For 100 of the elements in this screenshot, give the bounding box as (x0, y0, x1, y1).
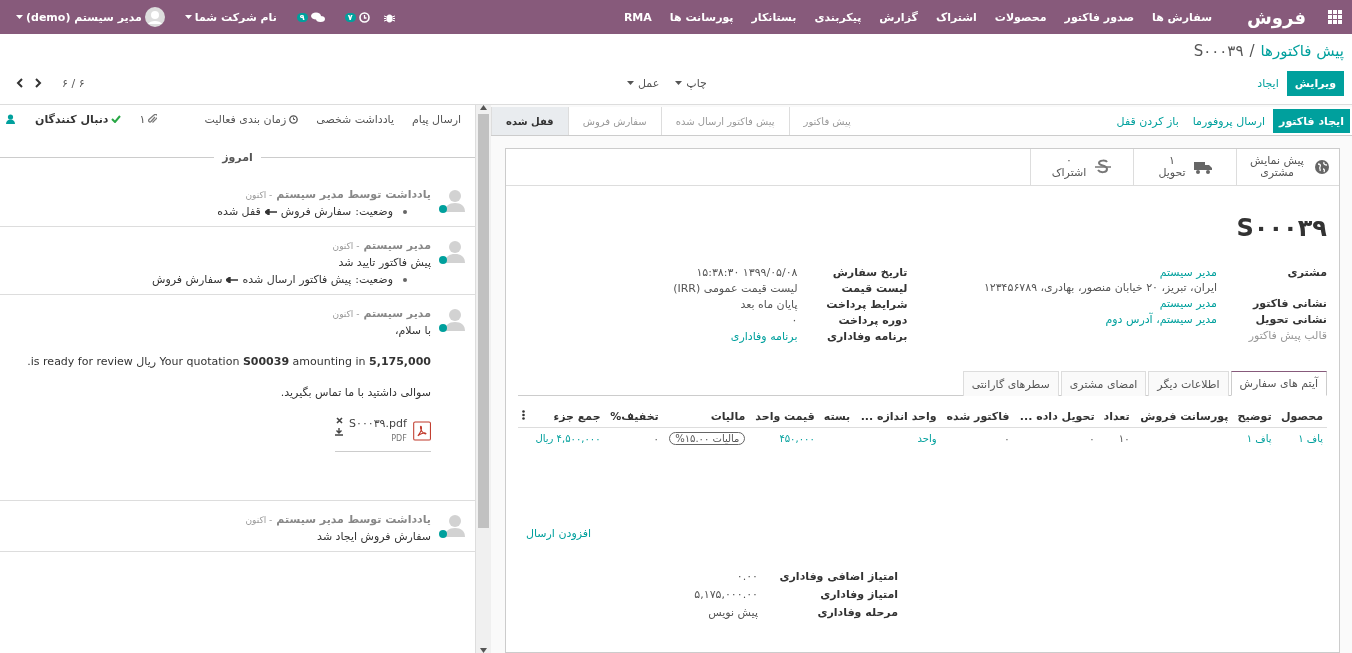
notebook-tab[interactable]: اطلاعات دیگر (1148, 371, 1229, 396)
company-switcher[interactable]: نام شرکت شما (178, 10, 283, 24)
attachment-name[interactable]: S۰۰۰۳۹.pdf (349, 417, 407, 430)
avatar-icon (437, 307, 467, 333)
field-label: لیست قیمت (840, 282, 908, 295)
menu-item[interactable]: بستانکار (746, 10, 802, 24)
follow-button[interactable]: دنبال کنندگان (31, 110, 126, 128)
column-header[interactable]: مالیات (662, 406, 750, 428)
table-cell: ۰ (1013, 427, 1099, 449)
breadcrumb-current: S۰۰۰۳۹ (1193, 42, 1244, 60)
column-header[interactable]: بسته (818, 406, 855, 428)
menu-item[interactable]: اشتراک (930, 10, 982, 24)
action-dropdown[interactable]: عمل (619, 72, 668, 94)
check-icon (111, 115, 122, 123)
caret-icon (184, 15, 192, 19)
message-date: - اکنون (332, 309, 360, 319)
caret-icon (627, 81, 634, 85)
tracking-old-value: سفارش فروش (280, 205, 352, 218)
scrollbar-thumb[interactable] (478, 114, 489, 528)
scroll-up-icon (480, 105, 487, 110)
tracking-new-value: سفارش فروش (152, 273, 223, 286)
user-menu[interactable]: مدیر سیستم (demo) (10, 7, 171, 27)
table-cell: ۴۵۰,۰۰۰ (749, 427, 819, 449)
status-stage[interactable]: قفل شده (491, 107, 568, 135)
menu-item[interactable]: پورسانت ها (664, 10, 739, 24)
globe-icon (1315, 160, 1329, 174)
column-header[interactable]: محصول (1275, 406, 1327, 428)
field-label: قالب پیش فاکتور (1247, 329, 1327, 342)
table-cell: واحد (854, 427, 941, 449)
tracking-field: وضعیت: (355, 205, 393, 218)
chat-icon (310, 11, 325, 23)
message-paragraph: با سلام، (393, 324, 431, 337)
column-header[interactable]: جمع جزء (529, 406, 605, 428)
app-title: فروش (1247, 6, 1306, 28)
bullet-icon (403, 277, 407, 282)
menu-item[interactable]: پیکربندی (809, 10, 867, 24)
clock-icon (289, 114, 299, 124)
message-paragraph: سوالی داشتید با ما تماس بگیرید. (279, 386, 431, 399)
column-header[interactable]: واحد اندازه ... (854, 406, 941, 428)
avatar-icon (437, 513, 467, 539)
field-value: ۰.۰۰ (735, 570, 758, 583)
column-header[interactable]: تحویل داده ... (1013, 406, 1099, 428)
close-icon[interactable] (336, 417, 343, 424)
field-label: شرایط پرداخت (825, 298, 908, 311)
message-author: مدیر سیستم (363, 239, 431, 252)
message-date: - اکنون (245, 190, 273, 200)
message-text: سفارش فروش ایجاد شد (316, 530, 431, 543)
field-value: پایان ماه بعد (739, 298, 798, 311)
column-header[interactable]: فاکتور شده (940, 406, 1014, 428)
column-header[interactable]: قیمت واحد (749, 406, 819, 428)
kebab-icon[interactable] (522, 410, 526, 420)
print-dropdown[interactable]: چاپ (667, 72, 715, 94)
field-label: نشانی فاکتور (1251, 297, 1327, 310)
table-cell: پاف ۱ (1275, 427, 1327, 449)
column-header[interactable]: تعداد (1098, 406, 1134, 428)
menu-item[interactable]: سفارش ها (1147, 10, 1217, 24)
person-icon (6, 114, 15, 124)
menu-item[interactable]: صدور فاکتور (1059, 10, 1139, 24)
message-date: - اکنون (245, 515, 273, 525)
send-message-button[interactable]: ارسال پیام (408, 110, 465, 128)
field-value: ۰ (790, 314, 798, 327)
column-header[interactable]: توضیح (1232, 406, 1276, 428)
column-header[interactable]: پورسانت فروش (1133, 406, 1233, 428)
count-badge: ۷ (344, 12, 356, 22)
attachment-type: PDF (390, 434, 407, 443)
tracking-new-value: قفل شده (217, 205, 261, 218)
truck-icon (1193, 160, 1212, 174)
notebook-tab[interactable]: امضای مشتری (1060, 371, 1147, 396)
field-value: لیست قیمت عمومی (IRR) (672, 282, 798, 295)
column-header[interactable]: تخفیف% (604, 406, 663, 428)
pager-value: ۶ / ۶ (62, 76, 85, 90)
count-badge: ۹ (296, 12, 308, 22)
download-icon[interactable] (335, 428, 343, 436)
tracking-old-value: پیش فاکتور ارسال شده (242, 273, 352, 286)
menu-item[interactable]: RMA (618, 10, 657, 24)
table-cell: ۱۰ (1098, 427, 1134, 449)
scroll-down-icon (480, 648, 487, 653)
notebook-tab[interactable]: آیتم های سفارش (1230, 371, 1327, 396)
caret-icon (16, 15, 23, 19)
tracking-field: وضعیت: (355, 273, 393, 286)
apps-menu-icon[interactable] (1328, 10, 1342, 24)
log-note-button[interactable]: یادداشت شخصی (312, 110, 399, 128)
breadcrumb-separator: / (1249, 42, 1255, 60)
notebook-tab[interactable]: سطرهای گارانتی (962, 371, 1059, 396)
field-label: تاریخ سفارش (831, 266, 908, 279)
strikethrough-s-icon (1094, 158, 1113, 176)
field-value: ۱۳۹۹/۰۵/۰۸ ۱۵:۳۸:۳۰ (695, 266, 798, 279)
menu-item[interactable]: گزارش (874, 10, 923, 24)
field-label: نشانی تحویل (1254, 313, 1327, 326)
attachments-button[interactable]: ۱ (135, 110, 162, 128)
menu-item[interactable]: محصولات (989, 10, 1052, 24)
schedule-activity-button[interactable]: زمان بندی فعالیت (200, 110, 303, 128)
field-label: برنامه وفاداری (825, 330, 908, 343)
field-label: امتیاز وفاداری (819, 588, 898, 601)
bullet-icon (403, 209, 407, 214)
address-text: ایران، تبریز، ۲۰ خیابان منصور، بهادری، ۱۲۳۴۵۶۷۸۹ (982, 281, 1217, 294)
field-label: مشتری (1286, 266, 1327, 281)
message-date: - اکنون (332, 241, 360, 251)
avatar-icon (437, 188, 467, 214)
table-cell: ۰ (604, 427, 663, 449)
